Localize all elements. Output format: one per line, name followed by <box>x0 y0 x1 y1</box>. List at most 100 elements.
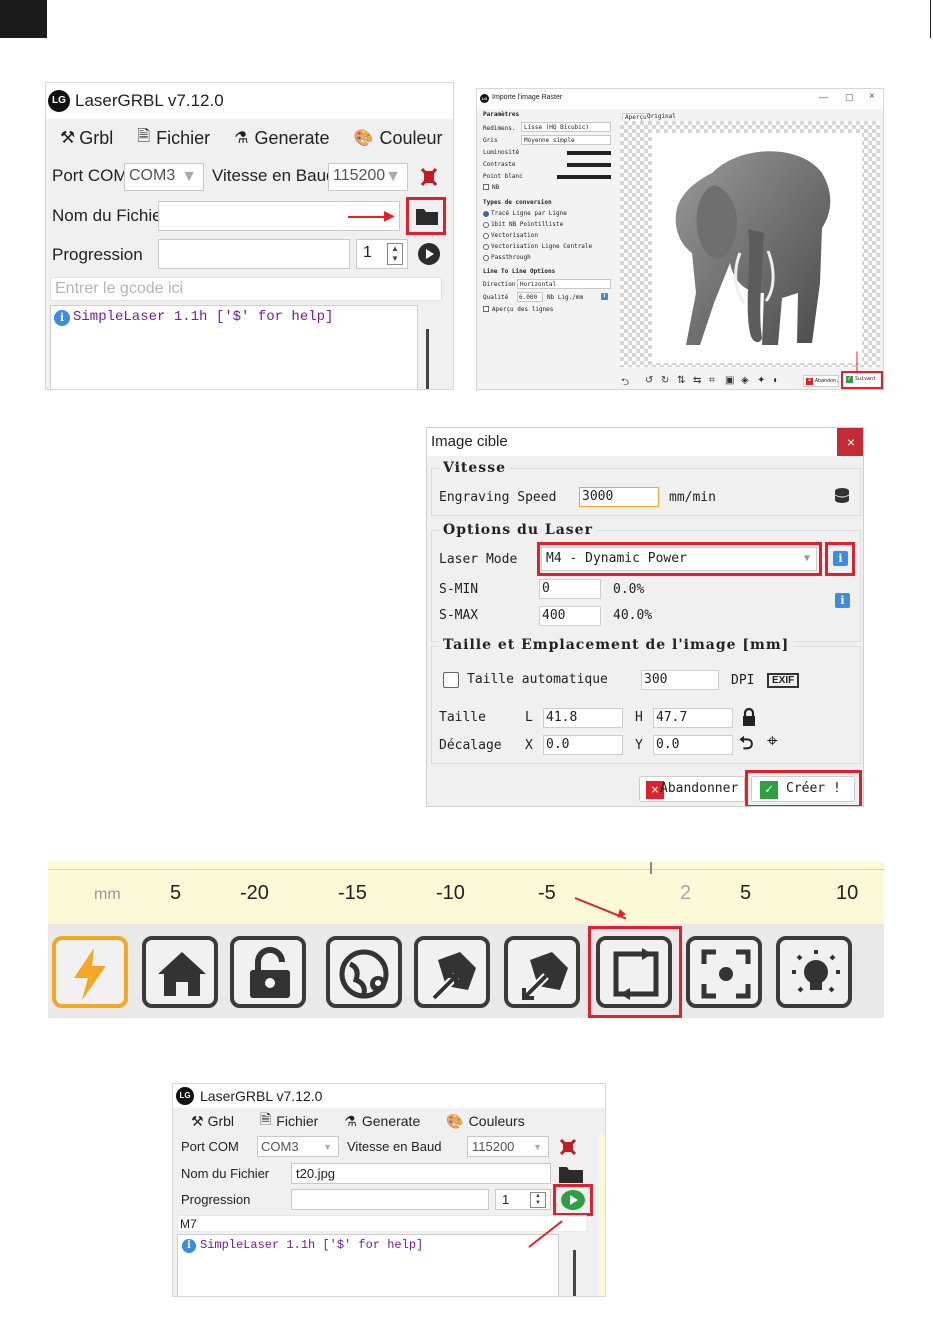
focus-button[interactable] <box>686 936 762 1008</box>
speed-input[interactable]: 3000 <box>579 487 659 507</box>
light-button[interactable] <box>776 936 852 1008</box>
invert-icon[interactable]: ◐ <box>773 375 779 386</box>
scrollbar[interactable] <box>573 1250 576 1296</box>
home-button[interactable] <box>142 936 218 1008</box>
gris-select[interactable]: Moyenne simple <box>521 135 611 145</box>
run-icon[interactable] <box>418 243 440 265</box>
ruler-tick-label: 2 <box>680 882 692 904</box>
stepper-arrows-icon[interactable]: ▲ ▼ <box>530 1192 546 1208</box>
create-button[interactable]: ✓ Créer ! <box>751 776 855 802</box>
cancel-button[interactable]: × Abandon. <box>803 375 839 387</box>
info-icon[interactable]: i <box>833 551 848 566</box>
lock-icon[interactable] <box>741 707 757 727</box>
height-input[interactable]: 47.7 <box>653 708 733 728</box>
nb-checkbox[interactable] <box>483 184 489 190</box>
flip-horizontal-icon[interactable]: ⇅ <box>677 375 685 386</box>
maximize-icon[interactable]: ▢ <box>845 92 854 103</box>
ruler-tick-label: -15 <box>338 882 367 904</box>
file-name-input[interactable]: t20.jpg <box>291 1163 551 1184</box>
globe-position-button[interactable] <box>326 936 402 1008</box>
magic-wand-icon[interactable]: ✦ <box>757 375 765 386</box>
repeat-stepper[interactable]: 1 ▲ ▼ <box>495 1189 551 1210</box>
conv-radio-2[interactable] <box>483 222 489 228</box>
disconnect-icon[interactable] <box>416 163 442 191</box>
baud-select[interactable]: 115200 ▼ <box>328 163 408 191</box>
progress-bar <box>158 239 350 269</box>
menu-grbl[interactable]: ⚒ Grbl <box>60 128 113 149</box>
jog-northeast-button[interactable] <box>414 936 490 1008</box>
auto-trim-icon[interactable]: ▣ <box>725 375 734 386</box>
crop-icon[interactable]: ⌗ <box>709 375 715 386</box>
info-icon[interactable]: i <box>835 593 850 608</box>
speed-label: Engraving Speed <box>439 490 557 505</box>
offset-y-input[interactable]: 0.0 <box>653 735 733 755</box>
disconnect-icon[interactable] <box>557 1136 579 1158</box>
next-button[interactable]: ✓ Suivant <box>844 374 880 386</box>
smin-input[interactable]: 0 <box>539 579 601 599</box>
conv-radio-1[interactable] <box>483 211 489 217</box>
offset-x-input[interactable]: 0.0 <box>543 735 623 755</box>
scrollbar[interactable] <box>426 329 429 389</box>
folder-icon[interactable] <box>416 207 438 225</box>
jog-southwest-button[interactable] <box>504 936 580 1008</box>
rotate-ccw-icon[interactable]: ↺ <box>645 375 653 386</box>
redim-label: Redimens. <box>483 125 516 132</box>
menu-grbl[interactable]: ⚒ Grbl <box>191 1113 234 1130</box>
center-crosshair-icon[interactable]: ⌖ <box>767 730 778 752</box>
gcode-input[interactable]: M7 <box>177 1215 587 1232</box>
database-icon[interactable] <box>833 487 851 505</box>
run-icon[interactable] <box>560 1189 586 1211</box>
quality-input[interactable]: 6.000 <box>517 292 543 302</box>
rotate-left-icon[interactable]: ⮌ <box>621 375 629 389</box>
port-com-select[interactable]: COM3 ▼ <box>257 1136 339 1157</box>
cancel-button[interactable]: × Abandonner <box>639 776 745 802</box>
speed-unit: mm/min <box>669 490 716 505</box>
ruler-tick-label: 5 <box>740 882 752 904</box>
preview-lines-checkbox[interactable] <box>483 306 489 312</box>
rotate-cw-icon[interactable]: ↻ <box>661 375 669 386</box>
port-com-select[interactable]: COM3 ▼ <box>124 163 204 191</box>
menu-generate[interactable]: ⚗ Generate <box>344 1113 420 1130</box>
menu-fichier[interactable]: 🗎 Fichier <box>137 125 210 152</box>
dpi-input[interactable]: 300 <box>641 670 719 690</box>
repeat-stepper[interactable]: 1 ▲ ▼ <box>356 239 408 269</box>
contrast-slider[interactable] <box>567 163 611 167</box>
info-icon[interactable]: i <box>601 293 608 300</box>
fill-icon[interactable]: ◈ <box>741 375 749 386</box>
menu-couleurs[interactable]: 🎨 Couleurs <box>446 1113 524 1130</box>
close-button[interactable]: × <box>837 428 863 456</box>
menu-bar: ⚒ Grbl 🗎 Fichier ⚗ Generate 🎨 Couleur <box>46 121 453 155</box>
minimize-icon[interactable]: — <box>819 92 828 102</box>
brightness-slider[interactable] <box>567 151 611 155</box>
reset-offset-icon[interactable]: ⮌ <box>739 731 753 761</box>
tab-original[interactable]: Original <box>647 113 676 120</box>
folder-icon[interactable] <box>559 1165 583 1183</box>
close-icon[interactable]: × <box>869 91 875 102</box>
gcode-input[interactable]: Entrer le gcode ici <box>50 277 442 301</box>
smax-input[interactable]: 400 <box>539 606 601 626</box>
conv-radio-3[interactable] <box>483 233 489 239</box>
menu-couleurs[interactable]: 🎨 Couleur <box>354 128 443 149</box>
x-label: X <box>525 738 533 753</box>
conv-radio-4[interactable] <box>483 244 489 250</box>
width-input[interactable]: 41.8 <box>543 708 623 728</box>
conv-radio-5[interactable] <box>483 255 489 261</box>
stepper-arrows-icon[interactable]: ▲ ▼ <box>387 243 403 265</box>
exif-button[interactable]: EXIF <box>767 673 800 688</box>
menu-fichier[interactable]: 🗎 Fichier <box>260 1109 318 1133</box>
direction-select[interactable]: Horizontal <box>517 279 611 289</box>
auto-size-checkbox[interactable] <box>443 672 459 688</box>
preview-area <box>620 121 880 367</box>
menu-generate[interactable]: ⚗ Generate <box>234 128 329 149</box>
flip-vertical-icon[interactable]: ⇆ <box>693 375 701 386</box>
unlock-button[interactable] <box>230 936 306 1008</box>
laser-fire-button[interactable] <box>52 936 128 1008</box>
dialog-title: Image cible <box>431 433 508 450</box>
white-point-slider[interactable] <box>557 175 611 179</box>
baud-select[interactable]: 115200 ▼ <box>467 1136 549 1157</box>
laser-mode-select[interactable]: M4 - Dynamic Power ▼ <box>541 547 817 571</box>
frame-button[interactable] <box>596 936 672 1008</box>
port-com-label: Port COM <box>52 166 128 185</box>
redim-select[interactable]: Lisse (HQ Bicubic) <box>521 122 611 132</box>
auto-size-label: Taille automatique <box>467 672 608 687</box>
